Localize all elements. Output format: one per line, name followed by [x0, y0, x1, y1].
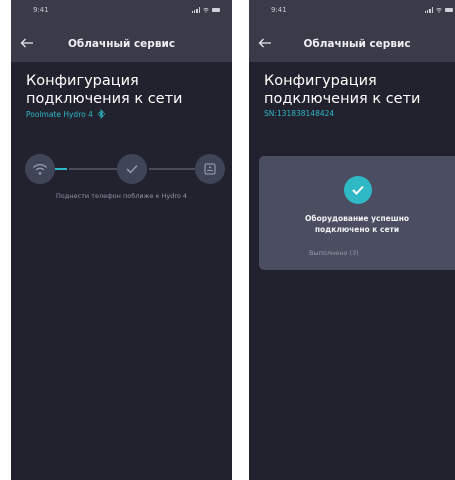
screen-success: 9:41 Облачный сервис Конфигурация подклю… [249, 0, 455, 480]
page-title-line2: подключения к сети [264, 91, 421, 107]
top-bar: 9:41 Облачный сервис [249, 0, 455, 62]
nav-title: Облачный сервис [303, 38, 411, 50]
signal-icon [424, 7, 433, 13]
check-icon [126, 164, 138, 174]
battery-icon [212, 8, 220, 12]
device-name: Poolmate Hydro 4 [26, 109, 93, 119]
status-time: 9:41 [33, 6, 49, 14]
nav-title: Облачный сервис [67, 38, 176, 50]
page-title-line1: Конфигурация [264, 73, 377, 89]
status-time: 9:41 [271, 6, 287, 14]
bluetooth-icon [97, 109, 106, 119]
step-router [195, 154, 225, 184]
success-message-line1: Оборудование успешно [304, 214, 410, 223]
step-wifi [25, 154, 55, 184]
success-icon [344, 176, 372, 204]
page-title-line1: Конфигурация [26, 73, 139, 89]
serial-number: SN:131838148424 [264, 109, 335, 118]
step-line [149, 168, 195, 170]
page-title: Конфигурация подключения к сети [264, 72, 454, 108]
router-icon [204, 163, 216, 175]
step-line-progress [55, 168, 67, 170]
progress-stepper [25, 154, 225, 184]
status-icons [191, 7, 220, 13]
wifi-status-icon [436, 8, 442, 13]
wifi-icon [32, 164, 48, 175]
hint-text: Поднести телефон поближе к Hydro 4 [55, 192, 188, 200]
signal-icon [191, 7, 200, 13]
success-card: Оборудование успешно подключено к сети В… [259, 156, 455, 270]
success-message-line2: подключено к сети [314, 225, 400, 234]
page-title: Конфигурация подключения к сети [26, 72, 216, 108]
wifi-status-icon [203, 8, 209, 13]
status-icons [424, 7, 453, 13]
step-check [117, 154, 147, 184]
battery-icon [445, 8, 453, 12]
done-status: Выполнено (3) [309, 249, 359, 257]
screen-connecting: 9:41 Облачный сервис Конфигурация подклю… [11, 0, 232, 480]
page-title-line2: подключения к сети [26, 91, 183, 107]
success-message: Оборудование успешно подключено к сети [259, 213, 455, 235]
device-label: Poolmate Hydro 4 [26, 109, 106, 119]
top-bar: 9:41 Облачный сервис [11, 0, 232, 62]
step-line [69, 168, 117, 170]
check-icon [352, 185, 364, 195]
